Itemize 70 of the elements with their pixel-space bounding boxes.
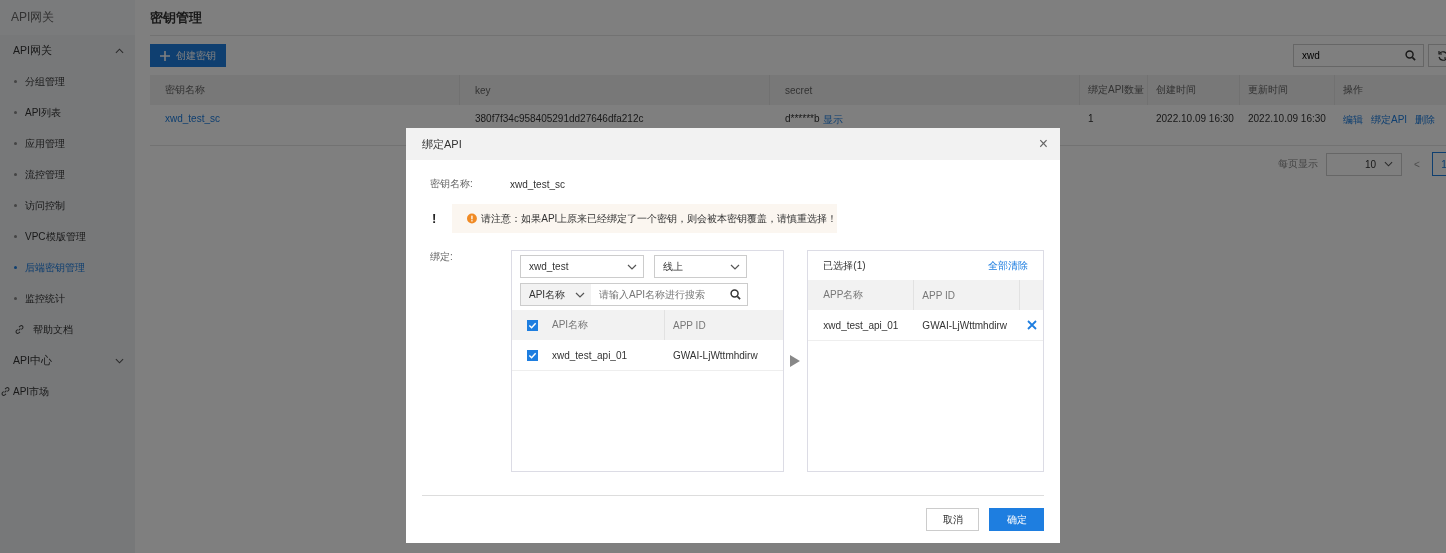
bind-label: 绑定: xyxy=(429,250,454,264)
sidebar-item[interactable]: 访问控制 xyxy=(0,190,135,221)
page-title: 密钥管理 xyxy=(150,8,202,27)
sidebar-item[interactable]: 后端密钥管理 xyxy=(0,252,135,283)
page-size-select[interactable]: 10 xyxy=(1326,152,1402,176)
column-header: APP ID xyxy=(922,289,955,301)
environment-select[interactable]: 线上 xyxy=(654,255,747,278)
search-icon xyxy=(1405,50,1416,61)
column-header: 更新时间 xyxy=(1248,83,1288,97)
chevron-down-icon xyxy=(730,263,740,270)
link-icon xyxy=(14,324,25,335)
table-cell: 2022.10.09 16:30 xyxy=(1156,113,1234,124)
cancel-button[interactable]: 取消 xyxy=(926,508,979,531)
sidebar-link[interactable]: API市场 xyxy=(0,376,135,407)
sidebar-item[interactable]: 监控统计 xyxy=(0,283,135,314)
table-cell: xwd_test_api_01 xyxy=(823,319,899,331)
sidebar-section[interactable]: API网关 xyxy=(0,35,135,66)
table-cell: GWAI-LjWttmhdirw xyxy=(922,319,1007,331)
dialog-title: 绑定API xyxy=(422,136,462,152)
table-cell: 1 xyxy=(1088,113,1094,124)
column-header: APP名称 xyxy=(823,288,864,302)
group-select[interactable]: xwd_test xyxy=(520,255,644,278)
clear-all-link[interactable]: 全部清除 xyxy=(988,258,1028,273)
sidebar-item[interactable]: 应用管理 xyxy=(0,128,135,159)
select-all-checkbox[interactable] xyxy=(527,319,538,331)
table-cell: 380f7f34c958405291dd27646dfa212c xyxy=(475,113,644,124)
sidebar-item[interactable]: 分组管理 xyxy=(0,66,135,97)
column-header: key xyxy=(475,84,491,96)
sidebar-item[interactable]: API列表 xyxy=(0,97,135,128)
key-name-value: xwd_test_sc xyxy=(510,178,566,190)
sidebar-section[interactable]: API中心 xyxy=(0,345,135,376)
table-cell: d******b xyxy=(785,113,820,124)
key-name-link[interactable]: xwd_test_sc xyxy=(165,113,221,124)
sidebar-item[interactable]: 流控管理 xyxy=(0,159,135,190)
column-header: APP ID xyxy=(673,319,706,331)
key-name-label: 密钥名称: xyxy=(429,177,474,191)
chevron-down-icon xyxy=(1384,161,1393,167)
sidebar-title: API网关 xyxy=(11,9,55,26)
sidebar-item[interactable]: 帮助文档 xyxy=(0,314,135,345)
close-button[interactable]: × xyxy=(1034,136,1052,152)
page-button[interactable]: 1 xyxy=(1432,152,1446,176)
confirm-button[interactable]: 确定 xyxy=(989,508,1044,531)
link-icon xyxy=(0,386,11,397)
warning-icon xyxy=(467,213,478,224)
column-header: 操作 xyxy=(1343,83,1363,97)
transfer-arrow-icon xyxy=(790,355,801,367)
selected-count: 已选择(1) xyxy=(823,258,866,273)
refresh-icon xyxy=(1437,49,1446,62)
show-link[interactable]: 显示 xyxy=(823,113,844,127)
plus-icon xyxy=(160,50,170,61)
table-cell: GWAI-LjWttmhdirw xyxy=(673,349,758,361)
create-button[interactable]: 创建密钥 xyxy=(150,44,226,67)
sidebar-item[interactable]: VPC模版管理 xyxy=(0,221,135,252)
action-link[interactable]: 删除 xyxy=(1415,113,1436,127)
action-link[interactable]: 编辑 xyxy=(1343,113,1363,127)
chevron-down-icon xyxy=(115,357,124,364)
action-link[interactable]: 绑定API xyxy=(1371,113,1408,127)
previous-page-button[interactable]: < xyxy=(1410,158,1424,170)
column-header: secret xyxy=(785,84,813,96)
remove-icon xyxy=(1026,320,1037,330)
warning-text: 请注意：如果API上原来已经绑定了一个密钥，则会被本密钥覆盖，请慎重选择！ xyxy=(481,211,838,226)
search-field[interactable]: xwd xyxy=(1293,44,1424,67)
chevron-up-icon xyxy=(115,47,124,54)
chevron-down-icon xyxy=(627,263,637,270)
notice-mark: ! xyxy=(432,211,437,226)
row-checkbox[interactable] xyxy=(527,349,538,361)
table-cell: xwd_test_api_01 xyxy=(552,349,628,361)
table-cell: 2022.10.09 16:30 xyxy=(1248,113,1326,124)
column-header: API名称 xyxy=(552,318,589,332)
column-header: 密钥名称 xyxy=(165,83,205,97)
